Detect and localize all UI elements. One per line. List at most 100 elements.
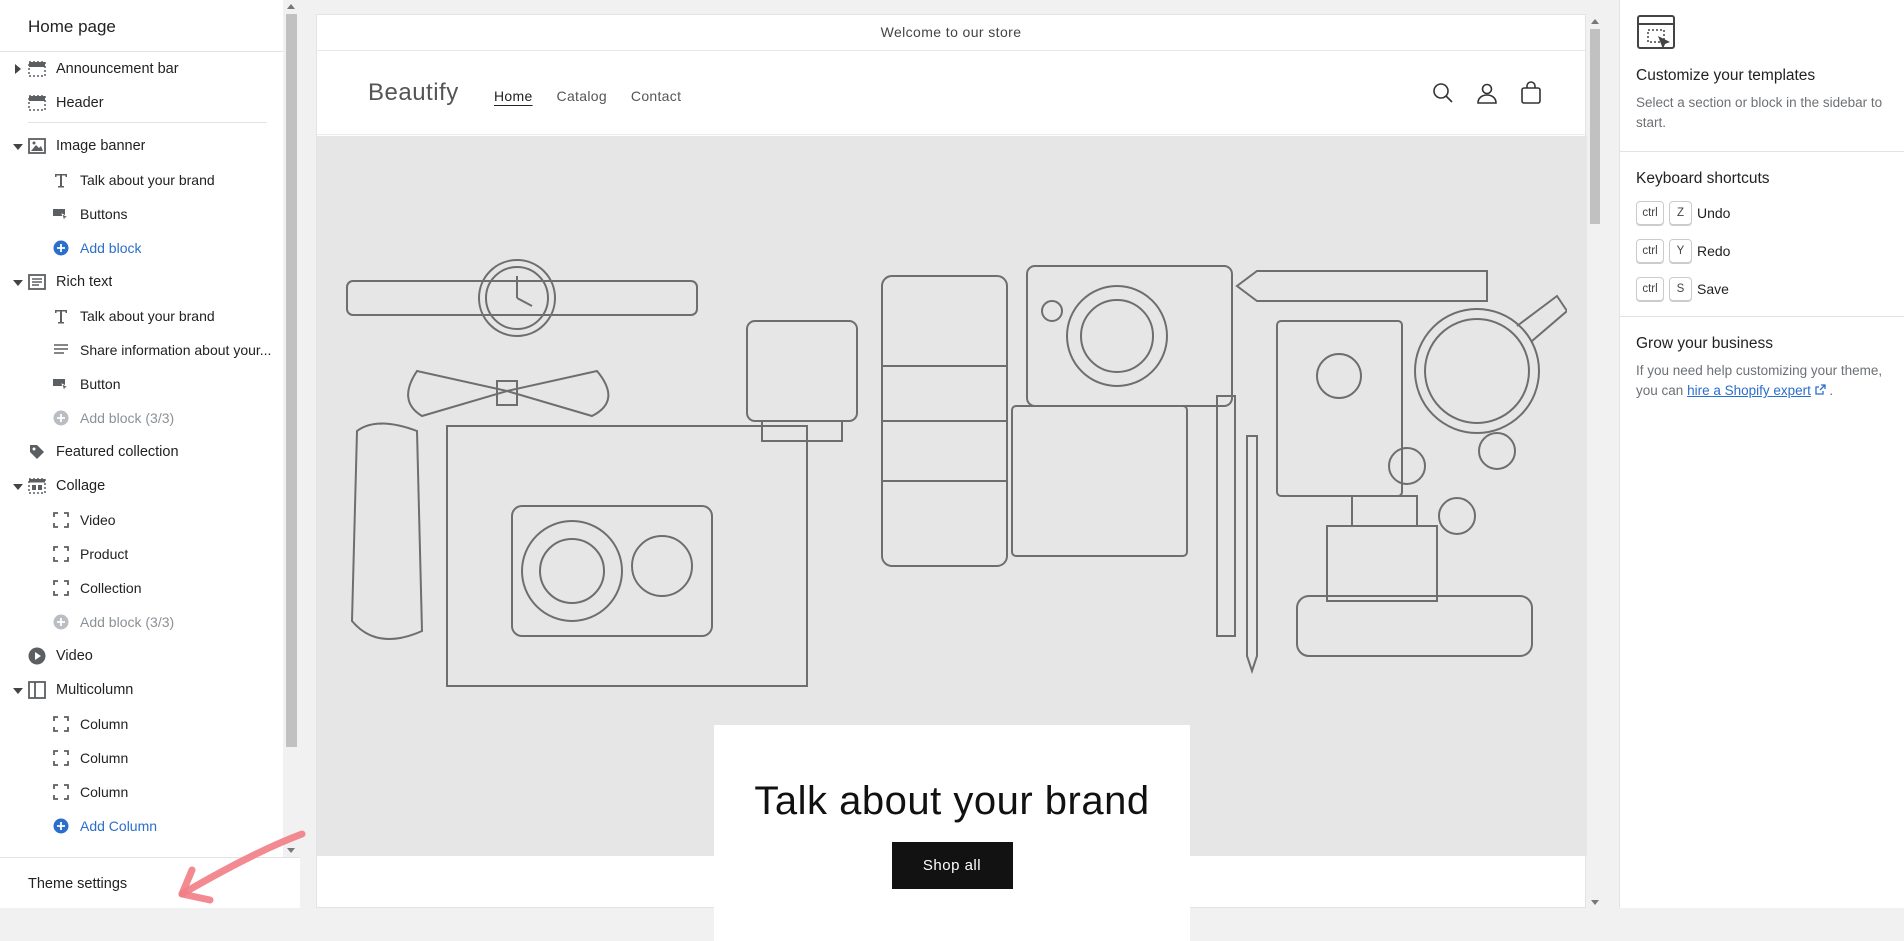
- main-nav: Home Catalog Contact: [494, 88, 681, 104]
- block-collection[interactable]: Collection: [0, 571, 283, 605]
- section-label: Video: [56, 648, 93, 664]
- help-panel: Customize your templates Select a sectio…: [1619, 0, 1904, 908]
- block-placeholder-icon: [51, 578, 71, 598]
- nav-contact[interactable]: Contact: [631, 88, 681, 104]
- external-link-icon[interactable]: [1815, 383, 1826, 398]
- theme-preview[interactable]: Welcome to our store Beautify Home Catal…: [316, 14, 1603, 941]
- section-header[interactable]: Header: [0, 86, 283, 120]
- columns-icon: [27, 680, 47, 700]
- section-video[interactable]: Video: [0, 639, 283, 673]
- sidebar-scrollbar[interactable]: [283, 0, 300, 857]
- key-modifier: ctrl: [1636, 201, 1664, 225]
- image-banner: Talk about your brand Shop all: [317, 136, 1587, 941]
- add-block-button[interactable]: Add block: [0, 231, 283, 265]
- theme-settings-label: Theme settings: [28, 876, 128, 892]
- divider: [28, 122, 267, 123]
- nav-home[interactable]: Home: [494, 88, 533, 104]
- block-label: Product: [80, 546, 129, 562]
- scrollbar-thumb[interactable]: [1590, 29, 1600, 224]
- announcement-bar: Welcome to our store: [317, 15, 1585, 51]
- expand-caret-icon[interactable]: [15, 64, 21, 74]
- block-column[interactable]: Column: [0, 775, 283, 809]
- section-announcement-bar[interactable]: Announcement bar: [0, 52, 283, 86]
- grow-text-end: .: [1829, 383, 1834, 398]
- section-label: Collage: [56, 478, 106, 494]
- section-rich-text[interactable]: Rich text: [0, 265, 283, 299]
- nav-catalog[interactable]: Catalog: [557, 88, 607, 104]
- rich-text-icon: [27, 272, 47, 292]
- add-block-button-disabled: Add block (3/3): [0, 605, 283, 639]
- section-tree: Announcement bar Header Image banner Tal…: [0, 52, 283, 857]
- scroll-up-arrow-icon[interactable]: [1591, 19, 1599, 24]
- customize-text: Select a section or block in the sidebar…: [1636, 95, 1883, 130]
- account-icon[interactable]: [1475, 81, 1499, 105]
- block-text[interactable]: Share information about your...: [0, 333, 283, 367]
- header-icon: [27, 93, 47, 113]
- block-label: Button: [80, 376, 121, 392]
- banner-content-box: Talk about your brand Shop all: [714, 725, 1190, 941]
- section-multicolumn[interactable]: Multicolumn: [0, 673, 283, 707]
- key-modifier: ctrl: [1636, 239, 1664, 263]
- plus-circle-icon: [51, 612, 71, 632]
- shortcut-action: Undo: [1697, 205, 1731, 221]
- add-block-button-disabled: Add block (3/3): [0, 401, 283, 435]
- block-placeholder-icon: [51, 782, 71, 802]
- cart-icon[interactable]: [1519, 81, 1543, 105]
- collapse-caret-icon[interactable]: [13, 280, 23, 286]
- shortcut-redo: ctrl Y Redo: [1636, 232, 1888, 270]
- template-cursor-icon: [1636, 14, 1888, 59]
- tag-icon: [27, 442, 47, 462]
- block-heading[interactable]: Talk about your brand: [0, 163, 283, 197]
- grow-section: Grow your business If you need help cust…: [1620, 317, 1904, 419]
- scroll-down-arrow-icon[interactable]: [1591, 900, 1599, 905]
- hire-expert-link[interactable]: hire a Shopify expert: [1687, 383, 1811, 398]
- key: Y: [1669, 239, 1692, 263]
- block-label: Column: [80, 716, 129, 732]
- block-label: Collection: [80, 580, 142, 596]
- scrollbar-thumb[interactable]: [286, 14, 297, 747]
- grow-title: Grow your business: [1636, 335, 1773, 352]
- search-icon[interactable]: [1431, 81, 1455, 105]
- collage-icon: [27, 476, 47, 496]
- shop-all-button[interactable]: Shop all: [891, 842, 1013, 889]
- block-column[interactable]: Column: [0, 707, 283, 741]
- block-label: Buttons: [80, 206, 128, 222]
- collapse-caret-icon[interactable]: [13, 144, 23, 150]
- block-button[interactable]: Button: [0, 367, 283, 401]
- block-heading[interactable]: Talk about your brand: [0, 299, 283, 333]
- block-column[interactable]: Column: [0, 741, 283, 775]
- collapse-caret-icon[interactable]: [13, 688, 23, 694]
- key-modifier: ctrl: [1636, 277, 1664, 301]
- block-video[interactable]: Video: [0, 503, 283, 537]
- section-image-banner[interactable]: Image banner: [0, 129, 283, 163]
- play-circle-icon: [27, 646, 47, 666]
- customize-section: Customize your templates Select a sectio…: [1620, 0, 1904, 152]
- collapse-caret-icon[interactable]: [13, 484, 23, 490]
- block-placeholder-icon: [51, 510, 71, 530]
- store-logo[interactable]: Beautify: [368, 79, 459, 107]
- section-label: Rich text: [56, 274, 113, 290]
- shortcuts-title: Keyboard shortcuts: [1636, 170, 1770, 187]
- shortcut-action: Redo: [1697, 243, 1731, 259]
- image-icon: [27, 136, 47, 156]
- section-label: Featured collection: [56, 444, 179, 460]
- scroll-up-arrow-icon[interactable]: [287, 4, 295, 9]
- section-label: Multicolumn: [56, 682, 134, 698]
- section-featured-collection[interactable]: Featured collection: [0, 435, 283, 469]
- shortcut-save: ctrl S Save: [1636, 270, 1888, 308]
- preview-scrollbar[interactable]: [1587, 15, 1603, 909]
- block-label: Share information about your...: [80, 342, 272, 358]
- section-collage[interactable]: Collage: [0, 469, 283, 503]
- text-icon: [51, 306, 71, 326]
- customize-title: Customize your templates: [1636, 67, 1816, 84]
- block-buttons[interactable]: Buttons: [0, 197, 283, 231]
- plus-circle-icon: [51, 816, 71, 836]
- section-label: Image banner: [56, 138, 146, 154]
- block-label: Talk about your brand: [80, 308, 215, 324]
- block-placeholder-icon: [51, 714, 71, 734]
- key: Z: [1669, 201, 1692, 225]
- shortcut-action: Save: [1697, 281, 1729, 297]
- add-block-label: Add block: [80, 240, 142, 256]
- announcement-bar-icon: [27, 59, 47, 79]
- block-product[interactable]: Product: [0, 537, 283, 571]
